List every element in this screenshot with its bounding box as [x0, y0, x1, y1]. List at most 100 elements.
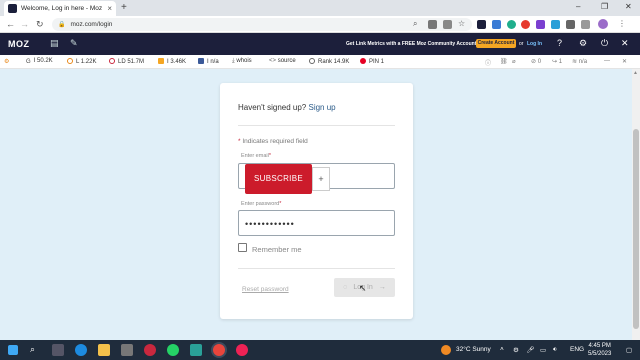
- whois-link[interactable]: ⤓ whois: [232, 58, 252, 65]
- extension-icon[interactable]: [536, 20, 545, 29]
- minimize-button[interactable]: –: [576, 2, 580, 11]
- moz-login-link[interactable]: Log In: [527, 41, 542, 47]
- rank-icon: [309, 58, 315, 64]
- password-field[interactable]: ••••••••••••: [238, 210, 395, 236]
- chevron-up-icon[interactable]: ˄: [500, 346, 504, 353]
- metric-links: L 1.22K: [67, 58, 96, 65]
- metric-rank-value: Rank 14.9K: [318, 59, 350, 65]
- ld-icon: [109, 58, 115, 64]
- page-analysis-icon[interactable]: ▤: [50, 38, 59, 49]
- moz-logo: MOZ: [8, 39, 30, 49]
- wifi-status: ≋ n/a: [572, 59, 588, 65]
- metric-rank: Rank 14.9K: [309, 58, 349, 65]
- whois-label: whois: [236, 58, 252, 64]
- metric-ld: LD 51.7M: [109, 58, 144, 65]
- outbound-count: ⊘ 0: [531, 59, 542, 65]
- lock-icon: 🔒: [58, 22, 66, 28]
- search-icon[interactable]: ⌕: [30, 344, 35, 355]
- scroll-up-icon[interactable]: ▲: [633, 70, 638, 76]
- key-icon[interactable]: [428, 20, 437, 29]
- help-icon[interactable]: ?: [557, 38, 562, 48]
- url-input[interactable]: 🔒 moz.com/login: [52, 18, 472, 31]
- browser-tab[interactable]: Welcome, Log in here - Moz ×: [4, 1, 116, 16]
- redirect-count-value: 1: [558, 59, 563, 65]
- search-icon[interactable]: ⌕: [413, 19, 422, 28]
- sidebar-icon[interactable]: [581, 20, 590, 29]
- login-page: Haven't signed up? Sign up * Indicates r…: [0, 69, 632, 340]
- signup-prompt-text: Haven't signed up?: [238, 103, 307, 112]
- close-icon[interactable]: ✕: [622, 58, 627, 65]
- puzzle-icon[interactable]: [566, 20, 575, 29]
- maximize-button[interactable]: ❐: [601, 2, 608, 11]
- source-link[interactable]: <> source: [269, 58, 296, 64]
- gear-icon[interactable]: ⚙: [513, 346, 519, 354]
- power-icon[interactable]: ⏻: [601, 38, 608, 49]
- create-account-button[interactable]: Create Account: [476, 39, 516, 48]
- info-icon[interactable]: ⓘ: [485, 58, 491, 67]
- moz-extension-icon[interactable]: [477, 20, 486, 29]
- collapse-icon[interactable]: —: [604, 58, 610, 64]
- extension-icon[interactable]: [507, 20, 516, 29]
- menu-icon[interactable]: ⋮: [618, 19, 627, 28]
- wifi-status-value: n/a: [578, 59, 588, 65]
- facebook-icon: [198, 58, 204, 64]
- forward-button[interactable]: →: [20, 19, 29, 29]
- clock[interactable]: 4:45 PM 5/5/2023: [588, 342, 611, 358]
- star-icon[interactable]: ☆: [458, 19, 467, 28]
- metric-facebook-value: I n/a: [207, 59, 219, 65]
- store-icon[interactable]: [121, 344, 133, 356]
- moz-gear-icon[interactable]: ⚙: [4, 58, 9, 65]
- arrow-right-icon: →: [378, 284, 386, 291]
- link-icon: [67, 58, 73, 64]
- edge-icon[interactable]: [75, 344, 87, 356]
- avatar[interactable]: [598, 19, 608, 29]
- chrome-icon[interactable]: [213, 344, 225, 356]
- app-icon[interactable]: [236, 344, 248, 356]
- whatsapp-icon[interactable]: [167, 344, 179, 356]
- required-star: *: [268, 153, 271, 159]
- app-icon[interactable]: [190, 344, 202, 356]
- link-icon[interactable]: ⛓: [500, 58, 508, 65]
- plus-button[interactable]: +: [312, 167, 330, 191]
- email-label: Enter email*: [241, 153, 271, 159]
- scrollbar-thumb[interactable]: [633, 129, 639, 329]
- weather-text[interactable]: 32°C Sunny: [456, 346, 491, 353]
- extension-icon[interactable]: [551, 20, 560, 29]
- start-icon[interactable]: [8, 345, 18, 355]
- metrics-bar: ⚙ GI 50.2K L 1.22K LD 51.7M I 3.46K I n/…: [0, 55, 640, 69]
- highlighter-icon[interactable]: ✎: [70, 38, 78, 49]
- weather-sun-icon: [441, 345, 451, 355]
- subscribe-button[interactable]: SUBSCRIBE: [245, 164, 312, 194]
- reset-password-link[interactable]: Reset password: [242, 286, 289, 293]
- language-indicator[interactable]: ENG: [570, 346, 584, 353]
- close-window-button[interactable]: ✕: [625, 2, 632, 11]
- required-note: * Indicates required field: [238, 138, 308, 145]
- extension-icon[interactable]: [521, 20, 530, 29]
- gear-icon[interactable]: ⚙: [579, 38, 587, 49]
- close-icon[interactable]: ✕: [621, 38, 629, 49]
- back-button[interactable]: ←: [6, 19, 15, 29]
- tab-close-icon[interactable]: ×: [107, 4, 112, 13]
- g-icon: G: [26, 59, 31, 65]
- remember-me-label[interactable]: Remember me: [252, 245, 302, 254]
- share-icon[interactable]: [443, 20, 452, 29]
- new-tab-button[interactable]: +: [121, 2, 127, 13]
- extension-icon[interactable]: [492, 20, 501, 29]
- reload-button[interactable]: ↻: [36, 19, 44, 30]
- nofollow-icon[interactable]: ⌀: [512, 58, 516, 65]
- task-view-icon[interactable]: [52, 344, 64, 356]
- battery-icon[interactable]: ▭: [540, 346, 546, 354]
- opera-icon[interactable]: [144, 344, 156, 356]
- notification-icon[interactable]: ▢: [626, 346, 632, 354]
- mouse-cursor-icon: ↖: [359, 283, 367, 293]
- required-star: *: [238, 138, 241, 145]
- page-scrollbar[interactable]: ▲: [632, 69, 640, 340]
- password-label: Enter password*: [241, 201, 281, 207]
- volume-icon[interactable]: 🔉︎: [553, 346, 557, 354]
- metric-ld-value: LD 51.7M: [118, 59, 145, 65]
- required-star: *: [279, 201, 282, 207]
- remember-me-checkbox[interactable]: [238, 243, 247, 252]
- signup-link[interactable]: Sign up: [308, 103, 335, 112]
- microphone-icon[interactable]: 🎤︎: [526, 346, 534, 354]
- file-explorer-icon[interactable]: [98, 344, 110, 356]
